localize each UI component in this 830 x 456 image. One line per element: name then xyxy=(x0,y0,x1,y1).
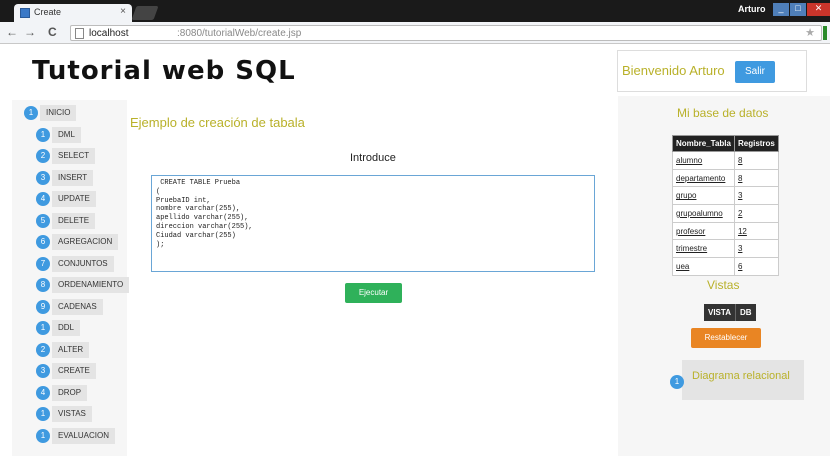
db-title: Mi base de datos xyxy=(677,106,769,120)
view-db-button[interactable]: VISTA DB xyxy=(704,304,756,321)
table-row: grupoalumno 2 xyxy=(672,204,779,223)
sidebar-item-label: ORDENAMIENTO xyxy=(52,277,130,293)
window-close-button[interactable]: ✕ xyxy=(807,3,830,16)
table-count-link[interactable]: 8 xyxy=(733,168,779,188)
table-name-link[interactable]: uea xyxy=(672,257,735,276)
sidebar-item-number-badge: 1 xyxy=(36,321,50,335)
views-title: Vistas xyxy=(707,278,740,292)
sidebar-item-label: EVALUACION xyxy=(52,427,115,444)
browser-toolbar: ← → C localhost :8080/tutorialWeb/create… xyxy=(0,22,830,44)
table-count-link[interactable]: 8 xyxy=(733,151,779,170)
sidebar-item-label: CONJUNTOS xyxy=(52,255,114,272)
url-path: :8080/tutorialWeb/create.jsp xyxy=(177,28,302,39)
table-count-link[interactable]: 3 xyxy=(733,186,779,206)
sidebar-item-number-badge: 5 xyxy=(36,213,50,228)
table-row: grupo 3 xyxy=(672,186,779,206)
sidebar-item-number-badge: 1 xyxy=(24,106,38,120)
table-count-link[interactable]: 3 xyxy=(733,239,779,259)
sidebar-item-label: DELETE xyxy=(52,212,96,229)
sidebar-item-label: CREATE xyxy=(52,363,96,379)
browser-tab[interactable]: Create × xyxy=(14,4,132,22)
table-row: alumno 8 xyxy=(672,151,779,170)
new-tab-button[interactable] xyxy=(131,6,159,20)
back-arrow-icon[interactable]: ← xyxy=(6,25,18,39)
sidebar-item-number-badge: 7 xyxy=(36,256,50,271)
table-header-name: Nombre_Tabla xyxy=(672,135,735,152)
db-table: Nombre_Tabla Registros alumno 8 departamen… xyxy=(672,135,779,276)
sidebar-item-label: SELECT xyxy=(52,148,96,164)
diagram-label: Diagrama relacional xyxy=(682,360,804,400)
welcome-box: Bienvenido Arturo Salir xyxy=(617,50,807,92)
sidebar-item-number-badge: 2 xyxy=(36,149,50,163)
sidebar-item-number-badge: 4 xyxy=(36,192,50,206)
sidebar-item-label: INICIO xyxy=(40,105,77,121)
table-name-link[interactable]: departamento xyxy=(672,168,735,188)
table-count-link[interactable]: 12 xyxy=(733,221,779,241)
sidebar-item-label: ALTER xyxy=(52,341,90,358)
sidebar-item-label: DML xyxy=(52,126,81,143)
welcome-text: Bienvenido Arturo xyxy=(622,63,725,78)
page-favicon-icon xyxy=(20,8,30,18)
table-count-link[interactable]: 2 xyxy=(733,204,779,223)
table-row: trimestre 3 xyxy=(672,239,779,259)
window-minimize-button[interactable]: _ xyxy=(773,3,789,16)
sidebar-item-label: DDL xyxy=(52,320,81,336)
sidebar-item-number-badge: 3 xyxy=(36,170,50,185)
sql-editor[interactable]: CREATE TABLE Prueba ( PruebaID int, nomb… xyxy=(151,175,595,272)
site-title: Tutorial web SQL xyxy=(32,56,296,86)
sidebar-item-number-badge: 1 xyxy=(36,428,50,443)
diagram-number-badge: 1 xyxy=(670,375,684,389)
table-row: uea 6 xyxy=(672,257,779,276)
execute-button[interactable]: Ejecutar xyxy=(345,283,402,303)
page-heading: Ejemplo de creación de tabala xyxy=(130,115,305,130)
view-btn-db-label: DB xyxy=(739,308,752,317)
table-count-link[interactable]: 6 xyxy=(733,257,779,276)
sidebar-item-label: DROP xyxy=(52,384,88,401)
table-row: profesor 12 xyxy=(672,221,779,241)
sidebar-item-number-badge: 3 xyxy=(36,364,50,378)
sidebar-item-number-badge: 9 xyxy=(36,299,50,314)
browser-menu-icon[interactable] xyxy=(823,26,827,40)
tab-close-icon[interactable]: × xyxy=(120,6,126,17)
sidebar-item-label: INSERT xyxy=(52,169,94,186)
logout-button[interactable]: Salir xyxy=(735,61,775,83)
sidebar-item-number-badge: 6 xyxy=(36,235,50,249)
forward-arrow-icon[interactable]: → xyxy=(24,25,36,39)
browser-user-name[interactable]: Arturo xyxy=(738,4,766,14)
sidebar-item-number-badge: 8 xyxy=(36,278,50,292)
table-row: departamento 8 xyxy=(672,168,779,188)
tab-title: Create xyxy=(34,7,62,17)
sidebar-item-number-badge: 1 xyxy=(36,127,50,142)
sidebar-item-label: UPDATE xyxy=(52,191,96,207)
bookmark-star-icon[interactable]: ★ xyxy=(805,26,815,39)
browser-titlebar: Create × Arturo _ □ ✕ xyxy=(0,0,830,22)
sidebar-item-number-badge: 2 xyxy=(36,342,50,357)
introduce-label: Introduce xyxy=(350,152,396,164)
sidebar-item-label: CADENAS xyxy=(52,298,103,315)
sidebar-item-number-badge: 4 xyxy=(36,385,50,400)
window-maximize-button[interactable]: □ xyxy=(790,3,806,16)
table-name-link[interactable]: alumno xyxy=(672,151,735,170)
sidebar-item-label: AGREGACION xyxy=(52,234,119,250)
table-name-link[interactable]: profesor xyxy=(672,221,735,241)
page-icon xyxy=(75,28,84,39)
table-header-count: Registros xyxy=(733,135,779,152)
view-btn-label: VISTA xyxy=(704,304,736,321)
url-host: localhost xyxy=(89,28,129,39)
table-name-link[interactable]: grupoalumno xyxy=(672,204,735,223)
reload-icon[interactable]: C xyxy=(48,25,57,39)
sidebar-item-label: VISTAS xyxy=(52,406,92,422)
sidebar-item-number-badge: 1 xyxy=(36,407,50,421)
reset-button[interactable]: Restablecer xyxy=(691,328,761,348)
diagram-link[interactable]: Diagrama relacional 1 xyxy=(670,360,804,400)
table-name-link[interactable]: grupo xyxy=(672,186,735,206)
address-bar[interactable]: localhost :8080/tutorialWeb/create.jsp ★ xyxy=(70,25,822,41)
table-name-link[interactable]: trimestre xyxy=(672,239,735,259)
